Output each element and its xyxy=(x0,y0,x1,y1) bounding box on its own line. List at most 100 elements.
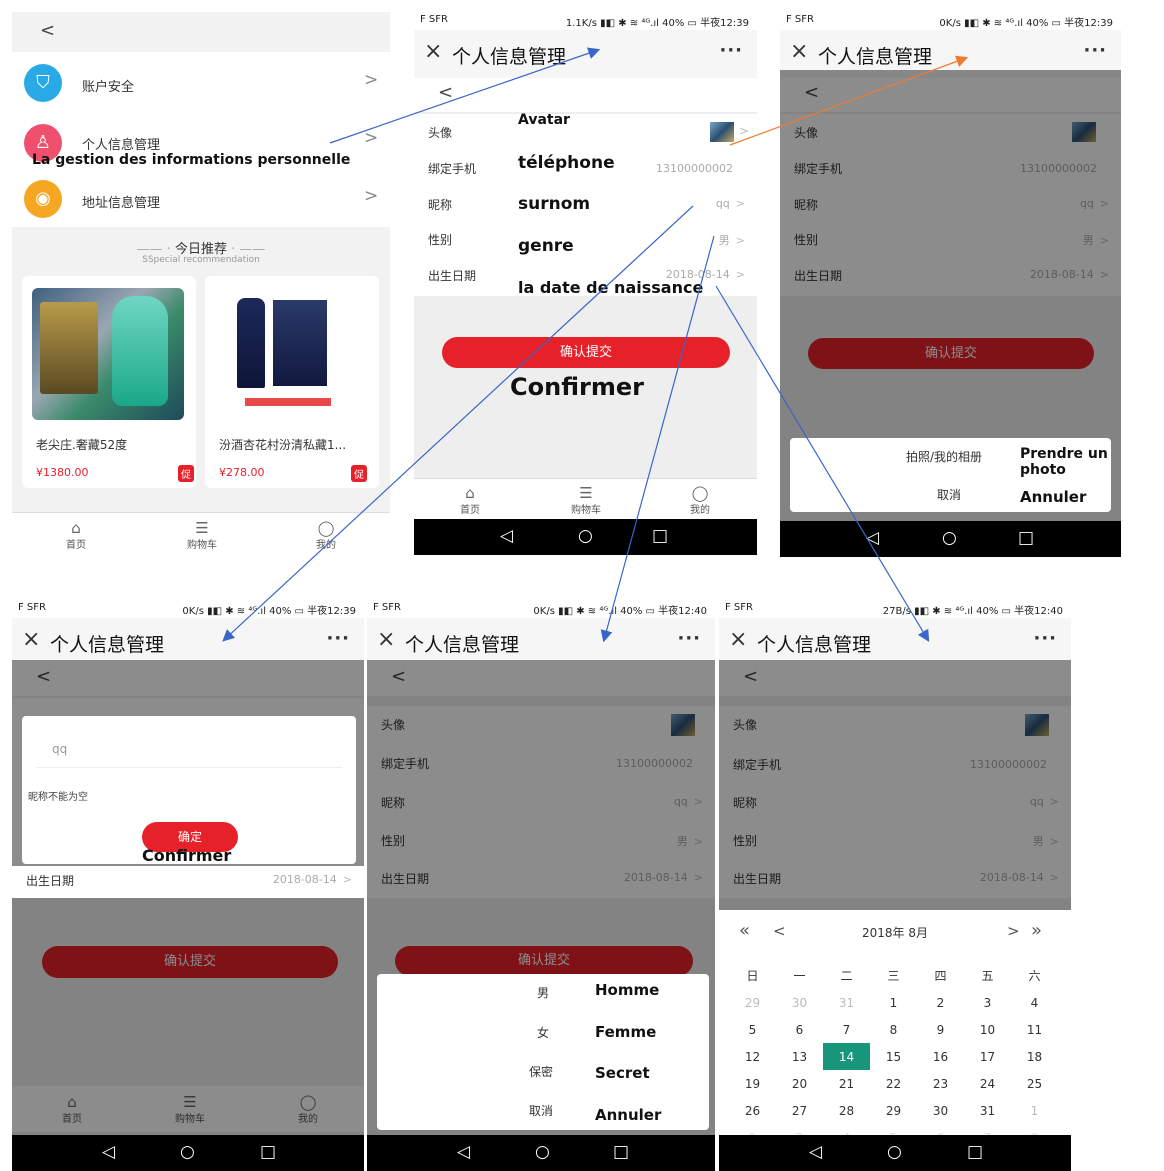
nav-back-icon[interactable]: ◁ xyxy=(102,1142,115,1162)
tab-cart[interactable]: ☰ 购物车 xyxy=(172,520,232,551)
calendar-day-selected[interactable]: 14 xyxy=(823,1043,870,1070)
nav-home-icon[interactable]: ○ xyxy=(535,1142,550,1162)
calendar-day[interactable]: 18 xyxy=(1011,1043,1058,1070)
gender-option-cancel[interactable]: 取消 xyxy=(529,1102,553,1119)
calendar-day[interactable]: 12 xyxy=(729,1043,776,1070)
nav-back-icon[interactable]: ◁ xyxy=(866,528,879,548)
tab-mine[interactable]: ◯ 我的 xyxy=(296,520,356,551)
next-month-button[interactable]: > xyxy=(1007,922,1020,940)
close-icon[interactable]: × xyxy=(22,627,40,652)
nav-home-icon[interactable]: ○ xyxy=(887,1142,902,1162)
more-icon[interactable]: ··· xyxy=(719,40,743,61)
submit-button[interactable]: 确认提交 xyxy=(442,337,730,368)
calendar-day[interactable]: 29 xyxy=(729,989,776,1016)
shield-icon: ⛉ xyxy=(24,64,62,102)
calendar-day[interactable]: 1 xyxy=(870,989,917,1016)
calendar-day[interactable]: 16 xyxy=(917,1043,964,1070)
nav-home-icon[interactable]: ○ xyxy=(180,1142,195,1162)
calendar-day[interactable]: 31 xyxy=(823,989,870,1016)
menu-item-address[interactable]: 地址信息管理 xyxy=(82,192,160,211)
weekday-mon: 一 xyxy=(793,969,806,983)
calendar-day[interactable]: 27 xyxy=(776,1097,823,1124)
nav-recent-icon[interactable]: □ xyxy=(652,526,668,546)
product-card[interactable]: 老尖庄.奢藏52度 ¥1380.00 促 xyxy=(22,276,196,488)
calendar-day[interactable]: 20 xyxy=(776,1070,823,1097)
calendar-day[interactable]: 15 xyxy=(870,1043,917,1070)
status-indicators: 0K/s ▮◧ ✱ ≋ ⁴ᴳ.ıl 40% ▭ 半夜12:39 xyxy=(939,18,1113,29)
close-icon[interactable]: × xyxy=(790,39,808,64)
calendar-day[interactable]: 29 xyxy=(870,1097,917,1124)
calendar-day[interactable]: 3 xyxy=(964,989,1011,1016)
nav-recent-icon[interactable]: □ xyxy=(967,1142,983,1162)
calendar-day[interactable]: 10 xyxy=(964,1016,1011,1043)
calendar-day[interactable]: 8 xyxy=(870,1016,917,1043)
cancel-option[interactable]: 取消 xyxy=(937,486,961,503)
birthdate-value[interactable]: 2018-08-14> xyxy=(273,873,352,886)
calendar-day[interactable]: 26 xyxy=(729,1097,776,1124)
nav-recent-icon[interactable]: □ xyxy=(1018,528,1034,548)
avatar[interactable] xyxy=(710,122,734,142)
menu-item-account-security[interactable]: 账户安全 xyxy=(82,76,134,95)
annotation-confirm: Confirmer xyxy=(510,373,644,401)
close-icon[interactable]: × xyxy=(729,627,747,652)
back-button[interactable]: < xyxy=(40,20,55,41)
gender-option-male[interactable]: 男 xyxy=(537,984,549,1001)
nickname-input[interactable]: qq xyxy=(36,736,342,768)
promo-badge: 促 xyxy=(351,465,367,482)
nav-recent-icon[interactable]: □ xyxy=(260,1142,276,1162)
calendar-day[interactable]: 30 xyxy=(776,989,823,1016)
calendar-day[interactable]: 11 xyxy=(1011,1016,1058,1043)
calendar-day[interactable]: 4 xyxy=(1011,989,1058,1016)
gender-option-secret[interactable]: 保密 xyxy=(529,1063,553,1080)
tab-cart[interactable]: ☰ 购物车 xyxy=(556,485,616,516)
nav-recent-icon[interactable]: □ xyxy=(613,1142,629,1162)
status-indicators: 1.1K/s ▮◧ ✱ ≋ ⁴ᴳ.ıl 40% ▭ 半夜12:39 xyxy=(565,18,749,29)
take-photo-option[interactable]: 拍照/我的相册 xyxy=(906,448,982,465)
calendar-day[interactable]: 23 xyxy=(917,1070,964,1097)
menu-item-personal-info[interactable]: 个人信息管理 xyxy=(82,134,160,153)
more-icon[interactable]: ··· xyxy=(1083,40,1107,61)
calendar-day[interactable]: 24 xyxy=(964,1070,1011,1097)
nav-home-icon[interactable]: ○ xyxy=(578,526,593,546)
gender-option-female[interactable]: 女 xyxy=(537,1024,549,1041)
screen-3-photo-sheet: F SFR 0K/s ▮◧ ✱ ≋ ⁴ᴳ.ıl 40% ▭ 半夜12:39 × 个人… xyxy=(780,8,1121,557)
calendar-day[interactable]: 9 xyxy=(917,1016,964,1043)
more-icon[interactable]: ··· xyxy=(1033,628,1057,649)
more-icon[interactable]: ··· xyxy=(326,628,350,649)
calendar-day[interactable]: 2 xyxy=(917,989,964,1016)
nav-back-icon[interactable]: ◁ xyxy=(500,526,513,546)
calendar-day[interactable]: 5 xyxy=(729,1016,776,1043)
calendar-day[interactable]: 21 xyxy=(823,1070,870,1097)
nav-home-icon[interactable]: ○ xyxy=(942,528,957,548)
calendar-day[interactable]: 30 xyxy=(917,1097,964,1124)
calendar-day[interactable]: 28 xyxy=(823,1097,870,1124)
tab-mine[interactable]: ◯ 我的 xyxy=(670,485,730,516)
calendar-day[interactable]: 6 xyxy=(776,1016,823,1043)
calendar-day[interactable]: 13 xyxy=(776,1043,823,1070)
nav-back-icon[interactable]: ◁ xyxy=(809,1142,822,1162)
tab-home[interactable]: ⌂ 首页 xyxy=(46,520,106,551)
calendar-day[interactable]: 25 xyxy=(1011,1070,1058,1097)
close-icon[interactable]: × xyxy=(424,39,442,64)
close-icon[interactable]: × xyxy=(377,627,395,652)
calendar-day[interactable]: 19 xyxy=(729,1070,776,1097)
overlay[interactable] xyxy=(719,660,1071,910)
annotation-phone: téléphone xyxy=(518,153,615,173)
gender-value[interactable]: 男 > xyxy=(719,232,745,248)
calendar-day[interactable]: 17 xyxy=(964,1043,1011,1070)
back-button[interactable]: < xyxy=(438,82,453,103)
tab-home[interactable]: ⌂ 首页 xyxy=(440,485,500,516)
status-carrier: F SFR xyxy=(373,602,401,613)
user-icon: ◯ xyxy=(691,484,709,502)
more-icon[interactable]: ··· xyxy=(677,628,701,649)
next-year-button[interactable]: » xyxy=(1031,920,1042,941)
calendar-day[interactable]: 22 xyxy=(870,1070,917,1097)
nickname-value[interactable]: qq > xyxy=(716,197,745,210)
screen-2-personal-info: F SFR 1.1K/s ▮◧ ✱ ≋ ⁴ᴳ.ıl 40% ▭ 半夜12:39 ×… xyxy=(414,8,757,555)
nav-back-icon[interactable]: ◁ xyxy=(457,1142,470,1162)
product-image xyxy=(32,288,184,420)
calendar-day[interactable]: 1 xyxy=(1011,1097,1058,1124)
product-card[interactable]: 汾酒杏花村汾清私藏1... ¥278.00 促 xyxy=(205,276,379,488)
calendar-day[interactable]: 31 xyxy=(964,1097,1011,1124)
calendar-day[interactable]: 7 xyxy=(823,1016,870,1043)
